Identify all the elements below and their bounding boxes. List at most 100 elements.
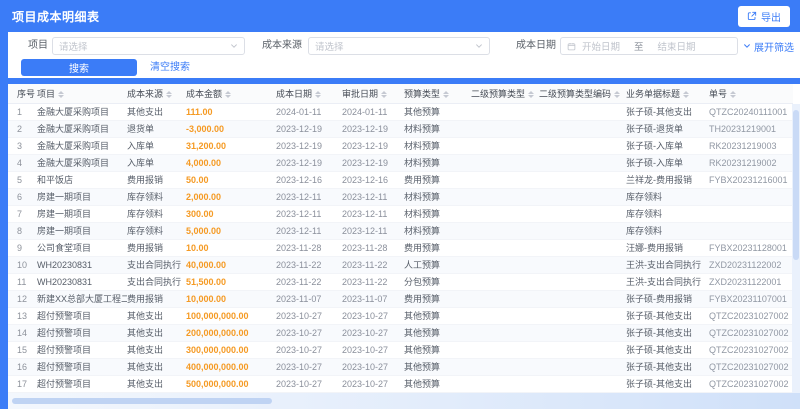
cell-cost-date: 2024-01-11 [276,103,342,121]
table-row: 1 金融大厦采购项目 其他支出 111.00 2024-01-11 2024-01-11 其… [8,103,793,121]
cell-amount: 40,000.00 [186,256,276,274]
cost-source-filter-label: 成本来源 [262,40,302,51]
table-row: 15 超付预警项目 其他支出 300,000,000.00 2023-10-27 2023… [8,341,793,359]
sort-icon[interactable] [225,90,232,99]
col-header-project[interactable]: 项目 [37,84,127,104]
cell-approval-date: 2023-12-11 [342,222,404,240]
cell-sub-budget-type [471,273,539,291]
cell-cost-source: 其他支出 [127,307,186,325]
col-header-amount[interactable]: 成本金额 [186,84,276,104]
cell-doc-no: QTZC20240111001 [709,103,793,121]
data-table: 序号 项目 成本来源 成本金额 成本日期 审批日期 预算类型 二级预算类型 二级预算类型编码 业务… [8,84,793,393]
horizontal-scrollbar-thumb[interactable] [12,398,272,404]
sort-icon[interactable] [730,90,737,99]
cell-approval-date: 2023-10-27 [342,358,404,376]
cell-sub-budget-type [471,307,539,325]
table-row: 11 WH20230831 支出合同执行 51,500.00 2023-11-22 202… [8,273,793,291]
calendar-icon [567,42,576,51]
cell-sub-budget-type [471,188,539,206]
project-select[interactable]: 请选择 [52,37,245,55]
col-header-sub-budget-type[interactable]: 二级预算类型 [471,84,539,104]
sort-icon[interactable] [315,90,322,99]
cell-cost-source: 库存领料 [127,205,186,223]
cell-cost-date: 2023-11-28 [276,239,342,257]
col-header-sub-budget-code[interactable]: 二级预算类型编码 [539,84,626,104]
sort-icon[interactable] [443,90,450,99]
cell-sub-budget-code [539,188,626,206]
col-header-label: 二级预算类型编码 [539,88,612,99]
cell-doc-title: 张子硕-其他支出 [626,375,709,393]
cell-doc-no: FYBX20231128001 [709,239,793,257]
col-header-cost-source[interactable]: 成本来源 [127,84,186,104]
cell-approval-date: 2023-11-22 [342,273,404,291]
cell-doc-no [709,222,793,240]
cell-sub-budget-type [471,341,539,359]
col-header-cost-date[interactable]: 成本日期 [276,84,342,104]
search-button[interactable]: 搜索 [21,59,137,76]
cell-amount: 111.00 [186,103,276,121]
vertical-scrollbar[interactable] [792,104,800,393]
cell-cost-source: 其他支出 [127,375,186,393]
cell-budget-type: 其他预算 [404,358,471,376]
sort-icon[interactable] [58,90,65,99]
cell-budget-type: 费用预算 [404,171,471,189]
start-date-placeholder: 开始日期 [582,42,621,53]
cell-budget-type: 费用预算 [404,290,471,308]
expand-filters-link[interactable]: 展开筛选 [743,37,794,55]
col-header-budget-type[interactable]: 预算类型 [404,84,471,104]
cell-project: 房建一期项目 [37,205,127,223]
cell-approval-date: 2023-10-27 [342,375,404,393]
cell-project: 金融大厦采购项目 [37,103,127,121]
cell-sub-budget-type [471,103,539,121]
cell-doc-no: TH20231219001 [709,120,793,138]
cell-amount: 300,000,000.00 [186,341,276,359]
col-header-doc-title[interactable]: 业务单据标题 [626,84,709,104]
vertical-scrollbar-thumb[interactable] [793,110,799,260]
sort-icon[interactable] [381,90,388,99]
col-header-label: 预算类型 [404,88,441,99]
filter-panel: 项目 请选择 成本来源 请选择 成本日期 开始日期 至 结束日期 展开筛选 搜索… [8,32,800,78]
cell-cost-date: 2023-12-19 [276,154,342,172]
clear-search-link[interactable]: 清空搜索 [150,59,190,76]
cost-date-range-input[interactable]: 开始日期 至 结束日期 [560,37,738,55]
horizontal-scrollbar[interactable] [8,393,800,409]
cell-index: 2 [8,120,37,138]
cell-budget-type: 分包预算 [404,273,471,291]
cell-doc-title: 张子硕-入库单 [626,154,709,172]
cell-index: 4 [8,154,37,172]
cell-sub-budget-type [471,239,539,257]
cell-doc-no: FYBX20231216001 [709,171,793,189]
cell-doc-title: 汪娜-费用报销 [626,239,709,257]
cell-doc-title: 张子硕-其他支出 [626,103,709,121]
cell-index: 10 [8,256,37,274]
cell-cost-date: 2023-12-16 [276,171,342,189]
sort-icon[interactable] [683,90,690,99]
date-range-to-label: 至 [634,42,644,53]
cost-detail-table: 序号 项目 成本来源 成本金额 成本日期 审批日期 预算类型 二级预算类型 二级预算类型编码 业务… [8,84,800,393]
cell-budget-type: 材料预算 [404,188,471,206]
table-row: 3 金融大厦采购项目 入库单 31,200.00 2023-12-19 2023-12-1… [8,137,793,155]
sort-icon[interactable] [166,90,173,99]
cell-sub-budget-type [471,375,539,393]
col-header-approval-date[interactable]: 审批日期 [342,84,404,104]
cell-cost-source: 库存领料 [127,222,186,240]
cell-doc-no: QTZC20231027002 [709,341,793,359]
cell-doc-no: RK20231219002 [709,154,793,172]
cell-cost-date: 2023-12-19 [276,120,342,138]
cell-approval-date: 2023-12-16 [342,171,404,189]
cell-doc-title: 张子硕-退货单 [626,120,709,138]
table-row: 17 超付预警项目 其他支出 500,000,000.00 2023-10-27 2023… [8,375,793,393]
export-button[interactable]: 导出 [738,5,790,27]
col-header-doc-no[interactable]: 单号 [709,84,793,104]
cell-project: 房建一期项目 [37,222,127,240]
cell-amount: 10,000.00 [186,290,276,308]
sort-icon[interactable] [528,90,535,99]
project-filter-label: 项目 [28,40,48,51]
cell-sub-budget-code [539,120,626,138]
cell-approval-date: 2023-10-27 [342,307,404,325]
sort-icon[interactable] [614,90,621,99]
col-header-label: 二级预算类型 [471,88,526,99]
chevron-down-icon [743,42,751,50]
cost-source-select[interactable]: 请选择 [308,37,490,55]
cell-sub-budget-code [539,324,626,342]
